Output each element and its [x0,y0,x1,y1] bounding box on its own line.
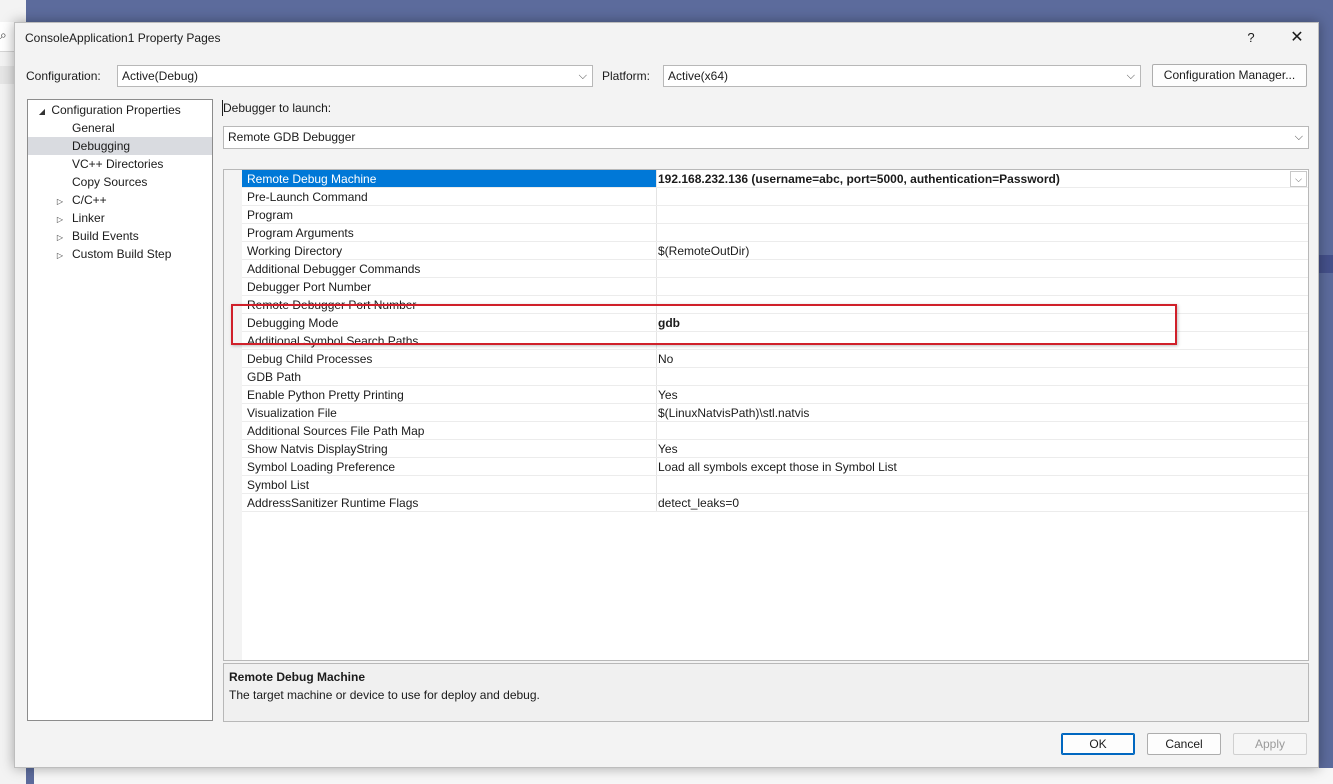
tree-item[interactable]: Copy Sources [28,173,212,191]
background-list-strip [0,66,14,84]
title-bar: ConsoleApplication1 Property Pages ? ✕ [15,23,1318,53]
property-pages-dialog: ConsoleApplication1 Property Pages ? ✕ C… [14,22,1319,768]
tree-item[interactable]: General [28,119,212,137]
background-bottom-accent [26,768,34,784]
configuration-manager-button[interactable]: Configuration Manager... [1152,64,1307,87]
property-row[interactable]: Symbol List [242,476,1308,494]
property-name: Show Natvis DisplayString [247,442,388,456]
tree-item[interactable]: ▷ Custom Build Step [28,245,212,263]
debugger-launch-label: Debugger to launch: [223,101,332,115]
property-value[interactable]: Load all symbols except those in Symbol … [658,458,897,476]
tree-item-label: Copy Sources [72,175,148,189]
property-name: Additional Sources File Path Map [247,424,425,438]
tree-item[interactable]: VC++ Directories [28,155,212,173]
tree-item-label: Custom Build Step [72,247,172,261]
property-name: Pre-Launch Command [247,190,368,204]
property-value[interactable]: No [658,350,673,368]
property-name: Working Directory [247,244,343,258]
description-title: Remote Debug Machine [229,670,366,684]
property-row[interactable]: Working Directory $(RemoteOutDir) [242,242,1308,260]
property-value[interactable]: $(RemoteOutDir) [658,242,749,260]
ok-button[interactable]: OK [1061,733,1135,755]
highlight-annotation-box [231,304,1177,345]
property-name: AddressSanitizer Runtime Flags [247,496,419,510]
platform-value: Active(x64) [668,69,729,83]
property-name: Symbol Loading Preference [247,460,396,474]
property-row[interactable]: Program [242,206,1308,224]
description-panel: Remote Debug Machine The target machine … [223,663,1309,722]
value-dropdown-icon[interactable]: ⌵ [1290,171,1307,187]
property-name: Symbol List [247,478,310,492]
tree-item-label: VC++ Directories [72,157,164,171]
property-value[interactable]: detect_leaks=0 [658,494,739,512]
property-row[interactable]: Remote Debug Machine 192.168.232.136 (use… [242,170,1308,188]
collapsed-arrow-icon[interactable]: ▷ [54,247,66,265]
property-row[interactable]: Additional Sources File Path Map [242,422,1308,440]
apply-button[interactable]: Apply [1233,733,1307,755]
tree-item-label: Debugging [72,139,131,153]
chevron-down-icon: ⌵ [1294,131,1303,143]
property-name: Additional Debugger Commands [247,262,421,276]
property-row[interactable]: Additional Debugger Commands [242,260,1308,278]
property-row[interactable]: Debugger Port Number [242,278,1308,296]
tree-root-label: Configuration Properties [51,103,181,117]
property-value[interactable]: $(LinuxNatvisPath)\stl.natvis [658,404,809,422]
tree-root-configuration-properties[interactable]: ◢ Configuration Properties [36,101,181,119]
property-value[interactable]: Yes [658,440,678,458]
tree-item-label: General [72,121,115,135]
tree-item-label: Linker [72,211,105,225]
property-value[interactable]: 192.168.232.136 (username=abc, port=5000… [658,170,1060,188]
property-row[interactable]: Show Natvis DisplayString Yes [242,440,1308,458]
chevron-down-icon: ⌵ [1126,70,1135,82]
property-row[interactable]: Symbol Loading Preference Load all symbol… [242,458,1308,476]
debugger-launch-value: Remote GDB Debugger [228,130,356,144]
property-name: Enable Python Pretty Printing [247,388,404,402]
property-name: Debug Child Processes [247,352,373,366]
tree-item[interactable]: ▷ Build Events [28,227,212,245]
tree-item[interactable]: ▷ Linker [28,209,212,227]
tree-item-label: Build Events [72,229,139,243]
property-row[interactable]: AddressSanitizer Runtime Flags detect_lea… [242,494,1308,512]
property-name: Program Arguments [247,226,354,240]
property-row[interactable]: Debug Child Processes No [242,350,1308,368]
configuration-label: Configuration: [26,69,101,83]
property-row[interactable]: Visualization File $(LinuxNatvisPath)\stl… [242,404,1308,422]
tree-item-label: C/C++ [72,193,107,207]
debugger-launch-dropdown[interactable]: Remote GDB Debugger ⌵ [223,126,1309,149]
background-search-icon: ⌕ [0,28,7,42]
help-button[interactable]: ? [1239,28,1263,48]
description-text: The target machine or device to use for … [229,688,540,702]
property-name: Debugger Port Number [247,280,372,294]
platform-label: Platform: [602,69,651,83]
window-title: ConsoleApplication1 Property Pages [25,31,221,45]
grid-gutter [224,170,242,660]
property-grid: Remote Debug Machine 192.168.232.136 (use… [223,169,1309,661]
property-row[interactable]: GDB Path [242,368,1308,386]
property-name: Remote Debug Machine [247,172,377,186]
property-name: Visualization File [247,406,337,420]
chevron-down-icon: ⌵ [578,70,587,82]
property-value[interactable]: Yes [658,386,678,404]
property-tree: ◢ Configuration Properties General Debugg… [27,99,213,721]
configuration-dropdown[interactable]: Active(Debug) ⌵ [117,65,593,87]
cancel-button[interactable]: Cancel [1147,733,1221,755]
tree-item[interactable]: ▷ C/C++ [28,191,212,209]
platform-dropdown[interactable]: Active(x64) ⌵ [663,65,1141,87]
property-name: Program [247,208,294,222]
property-name: GDB Path [247,370,302,384]
configuration-value: Active(Debug) [122,69,199,83]
background-bottom-area [26,768,1333,784]
background-right-accent [1318,255,1333,273]
tree-item[interactable]: Debugging [28,137,212,155]
close-button[interactable]: ✕ [1281,26,1313,50]
property-row[interactable]: Pre-Launch Command [242,188,1308,206]
property-row[interactable]: Enable Python Pretty Printing Yes [242,386,1308,404]
property-row[interactable]: Program Arguments [242,224,1308,242]
